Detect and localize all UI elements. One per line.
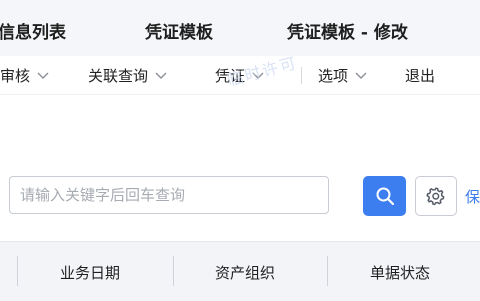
column-header-asset-org[interactable]: 资产组织: [215, 262, 275, 283]
table-header: 业务日期 资产组织 单据状态: [0, 241, 480, 301]
column-header-doc-status[interactable]: 单据状态: [370, 262, 430, 283]
toolbar-exit-label: 退出: [405, 67, 436, 85]
toolbar-related-query-menu[interactable]: 关联查询: [88, 65, 167, 86]
toolbar-audit-menu[interactable]: 审核: [0, 65, 49, 86]
column-divider: [173, 256, 174, 286]
toolbar-options-label: 选项: [318, 67, 349, 85]
column-header-business-date[interactable]: 业务日期: [60, 262, 120, 283]
chevron-down-icon: [155, 72, 167, 79]
search-button[interactable]: [363, 176, 406, 216]
search-input[interactable]: [9, 176, 329, 214]
toolbar: 审核 关联查询 凭证 选项 退出: [0, 56, 480, 95]
save-link[interactable]: 保: [465, 186, 480, 207]
toolbar-voucher-label: 凭证: [215, 67, 246, 85]
toolbar-audit-label: 审核: [0, 67, 31, 85]
toolbar-exit-button[interactable]: 退出: [405, 65, 435, 86]
toolbar-voucher-menu[interactable]: 凭证: [215, 65, 264, 86]
tab-bar: 信息列表 凭证模板 凭证模板 - 修改: [0, 0, 480, 57]
tab-info-list[interactable]: 信息列表: [0, 18, 66, 43]
chevron-down-icon: [37, 72, 49, 79]
toolbar-options-menu[interactable]: 选项: [318, 65, 367, 86]
column-divider: [17, 256, 18, 286]
tab-voucher-template[interactable]: 凭证模板: [145, 18, 213, 43]
chevron-down-icon: [355, 72, 367, 79]
settings-button[interactable]: [415, 176, 457, 216]
toolbar-related-query-label: 关联查询: [88, 67, 149, 85]
toolbar-divider: [301, 67, 302, 84]
search-icon: [376, 187, 394, 206]
tab-voucher-template-edit[interactable]: 凭证模板 - 修改: [287, 18, 408, 43]
gear-icon: [426, 187, 445, 206]
column-divider: [327, 256, 328, 286]
chevron-down-icon: [252, 72, 264, 79]
